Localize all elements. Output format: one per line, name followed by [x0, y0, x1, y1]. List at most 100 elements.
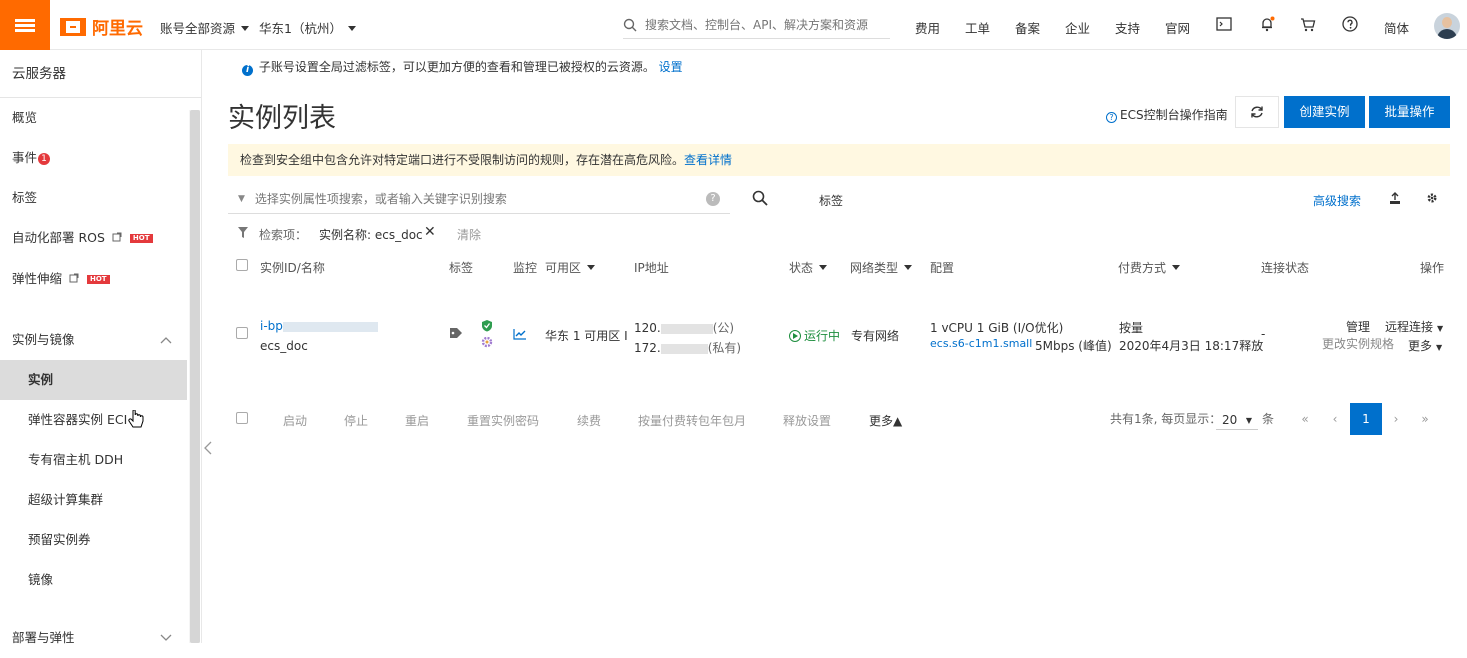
row-checkbox[interactable] — [236, 327, 248, 339]
release-settings-button[interactable]: 释放设置 — [783, 412, 831, 429]
convert-billing-button[interactable]: 按量付费转包年包月 — [638, 412, 746, 429]
page-size-select[interactable]: 20 ▼ — [1216, 410, 1258, 430]
clear-criteria-button[interactable]: 清除 — [457, 226, 481, 243]
chevron-down-icon — [160, 634, 172, 641]
sidebar-item-ddh[interactable]: 专有宿主机 DDH — [0, 440, 187, 480]
sidebar-item-eci[interactable]: 弹性容器实例 ECI — [0, 400, 187, 440]
sidebar-item-images[interactable]: 镜像 — [0, 560, 187, 600]
total-count-text: 共有1条, 每页显示： — [1110, 412, 1222, 426]
more-actions-label: 更多 — [1408, 339, 1433, 353]
batch-operation-button[interactable]: 批量操作 — [1369, 96, 1450, 128]
col-header-network[interactable]: 网络类型 — [850, 259, 912, 276]
filter-search-input[interactable]: 选择实例属性项搜索，或者输入关键字识别搜索 — [255, 190, 706, 207]
sidebar: 云服务器 概览 事件 1 标签 自动化部署 ROS HOT 弹性伸缩 HOT 实例… — [0, 50, 202, 645]
renew-button[interactable]: 续费 — [577, 412, 601, 429]
sidebar-item-autoscaling[interactable]: 弹性伸缩 HOT — [0, 259, 187, 299]
user-avatar[interactable] — [1434, 13, 1460, 39]
bottom-select-all-checkbox[interactable] — [236, 412, 248, 424]
tag-icon[interactable] — [449, 327, 463, 342]
sidebar-item-tags[interactable]: 标签 — [0, 178, 187, 218]
link-ticket[interactable]: 工单 — [965, 18, 990, 37]
aliyun-logo[interactable]: 阿里云 — [60, 14, 143, 39]
link-billing[interactable]: 费用 — [915, 18, 940, 37]
col-header-actions: 操作 — [1420, 261, 1445, 275]
filter-dropdown-caret-icon[interactable]: ▼ — [238, 194, 245, 204]
hand-cursor-icon — [128, 409, 144, 435]
sidebar-item-label: 弹性伸缩 — [12, 271, 63, 286]
restart-button[interactable]: 重启 — [405, 412, 429, 429]
instance-type-link[interactable]: ecs.s6-c1m1.small — [930, 337, 1032, 350]
notice-settings-link[interactable]: 设置 — [659, 60, 683, 74]
change-spec-link[interactable]: 更改实例规格 — [1322, 335, 1394, 352]
ecs-guide-link[interactable]: ? ECS控制台操作指南 — [1106, 106, 1228, 123]
bell-icon[interactable] — [1257, 14, 1277, 34]
language-switch[interactable]: 简体 — [1384, 18, 1409, 37]
instance-id-link[interactable]: i-bp — [260, 319, 378, 333]
create-instance-button[interactable]: 创建实例 — [1284, 96, 1365, 128]
security-shield-icon[interactable] — [481, 319, 493, 335]
connection-status: - — [1261, 327, 1266, 341]
sidebar-item-ros[interactable]: 自动化部署 ROS HOT — [0, 218, 187, 258]
sidebar-item-scc[interactable]: 超级计算集群 — [0, 480, 187, 520]
search-icon[interactable] — [752, 190, 768, 209]
link-icp[interactable]: 备案 — [1015, 18, 1040, 37]
remove-criteria-icon[interactable]: ✕ — [424, 224, 436, 240]
gear-icon[interactable] — [1426, 192, 1438, 207]
external-link-icon — [69, 273, 79, 283]
refresh-button[interactable] — [1235, 96, 1279, 128]
monitor-chart-icon[interactable] — [513, 328, 527, 343]
sidebar-item-instances[interactable]: 实例 — [0, 360, 187, 400]
select-all-checkbox[interactable] — [236, 259, 248, 271]
link-official[interactable]: 官网 — [1165, 18, 1190, 37]
masked-private-ip — [660, 343, 708, 354]
tag-filter-button[interactable]: 标签 — [819, 192, 843, 209]
link-support[interactable]: 支持 — [1115, 18, 1140, 37]
hamburger-menu-button[interactable] — [0, 0, 50, 50]
col-header-status[interactable]: 状态 — [789, 259, 827, 276]
sidebar-item-reserved[interactable]: 预留实例券 — [0, 520, 187, 560]
terminal-icon[interactable] — [1214, 14, 1234, 34]
help-icon[interactable]: ? — [706, 191, 720, 206]
manage-link[interactable]: 管理 — [1346, 318, 1370, 335]
sidebar-group-deploy-elastic[interactable]: 部署与弹性 — [0, 618, 187, 658]
more-actions-link[interactable]: 更多 ▼ — [1408, 337, 1442, 354]
caret-down-icon: ▼ — [1437, 324, 1444, 333]
bandwidth-value: 5Mbps (峰值) — [1035, 339, 1112, 353]
cart-icon[interactable] — [1298, 14, 1318, 34]
link-enterprise[interactable]: 企业 — [1065, 18, 1090, 37]
filter-tag-notice: i 子账号设置全局过滤标签，可以更加方便的查看和管理已被授权的云资源。 设置 — [242, 58, 683, 76]
next-page-button[interactable]: › — [1380, 403, 1412, 435]
col-header-billing[interactable]: 付费方式 — [1118, 259, 1180, 276]
advanced-search-link[interactable]: 高级搜索 — [1313, 192, 1361, 209]
sidebar-collapse-icon[interactable] — [204, 440, 212, 459]
page-number-button[interactable]: 1 — [1350, 403, 1382, 435]
sidebar-item-overview[interactable]: 概览 — [0, 98, 187, 138]
global-search[interactable] — [623, 11, 890, 39]
prev-page-button[interactable]: ‹ — [1319, 403, 1351, 435]
sidebar-item-events[interactable]: 事件 1 — [0, 138, 187, 178]
account-scope-dropdown[interactable]: 账号全部资源 — [160, 18, 249, 37]
caret-down-icon: ▼ — [1436, 343, 1443, 352]
private-ip-prefix: 172. — [634, 341, 661, 355]
top-bar: 阿里云 账号全部资源 华东1（杭州） 费用 工单 备案 企业 支持 官网 简体 — [0, 0, 1467, 50]
region-dropdown[interactable]: 华东1（杭州） — [259, 18, 356, 37]
first-page-button[interactable]: « — [1289, 403, 1321, 435]
zone-value: 华东 1 可用区 I — [545, 329, 628, 343]
start-button[interactable]: 启动 — [283, 412, 307, 429]
remote-connect-link[interactable]: 远程连接 ▼ — [1385, 318, 1443, 335]
guide-label: ECS控制台操作指南 — [1120, 108, 1228, 122]
instance-search-bar[interactable]: ▼ 选择实例属性项搜索，或者输入关键字识别搜索 ? — [228, 184, 730, 214]
cloud-assistant-icon[interactable] — [481, 336, 493, 351]
sidebar-group-instances-images[interactable]: 实例与镜像 — [0, 320, 187, 360]
global-search-input[interactable] — [645, 17, 885, 32]
warning-details-link[interactable]: 查看详情 — [684, 153, 732, 167]
more-bulk-actions-button[interactable]: 更多▲ — [869, 412, 902, 429]
help-icon[interactable] — [1340, 14, 1360, 34]
reset-password-button[interactable]: 重置实例密码 — [467, 412, 539, 429]
export-icon[interactable] — [1389, 192, 1401, 208]
last-page-button[interactable]: » — [1409, 403, 1441, 435]
col-header-zone[interactable]: 可用区 — [545, 259, 595, 276]
stop-button[interactable]: 停止 — [344, 412, 368, 429]
sidebar-scrollbar-thumb[interactable] — [190, 110, 200, 643]
external-link-icon — [112, 232, 122, 242]
